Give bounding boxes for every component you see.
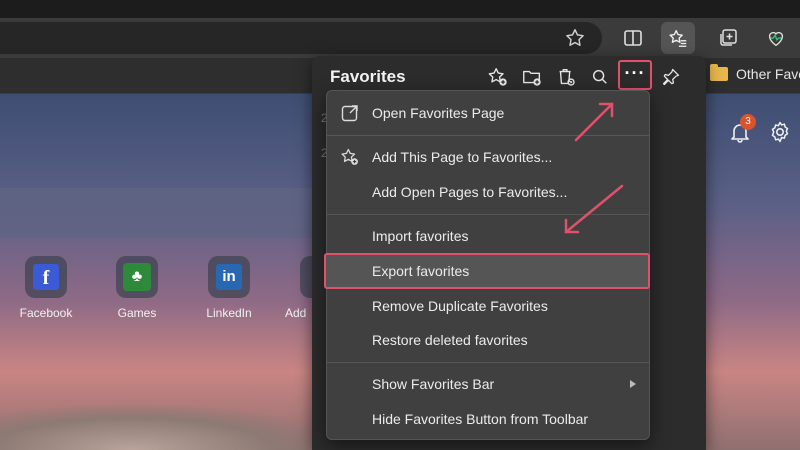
linkedin-icon: in [216,264,242,290]
window-titlebar [0,0,800,18]
quick-link-linkedin[interactable]: in LinkedIn [189,256,269,320]
favorite-star-icon[interactable] [564,27,586,54]
external-link-icon [341,105,358,122]
favorites-toolbar-button[interactable] [661,22,695,54]
pin-panel-button[interactable] [658,64,684,90]
menu-item-export-favorites[interactable]: Export favorites [324,253,650,289]
menu-item-label: Open Favorites Page [372,105,505,121]
add-favorite-button[interactable] [485,64,511,90]
games-tile-icon: ♣ [116,256,158,298]
favorites-panel-title: Favorites [330,67,406,86]
address-bar[interactable] [0,22,602,54]
collections-button[interactable] [711,22,745,54]
menu-item-restore-deleted[interactable]: Restore deleted favorites [326,323,650,357]
more-options-button[interactable]: ··· [618,60,652,90]
menu-item-label: Export favorites [372,263,470,279]
quick-link-label: Games [117,306,157,320]
search-box[interactable] [0,188,330,238]
menu-separator [327,135,649,136]
other-favorites-label: Other Favo [736,66,800,82]
menu-item-label: Remove Duplicate Favorites [372,298,548,314]
facebook-tile-icon: f [25,256,67,298]
menu-item-open-favorites-page[interactable]: Open Favorites Page [326,96,650,130]
add-folder-button[interactable] [519,64,545,90]
browser-essentials-button[interactable] [759,22,793,54]
cards-icon: ♣ [123,263,151,291]
menu-item-label: Restore deleted favorites [372,332,528,348]
split-screen-icon [624,30,642,46]
quick-link-label: LinkedIn [206,306,252,320]
star-plus-icon [341,148,358,165]
quick-link-add[interactable]: Add [258,256,312,320]
menu-item-import-favorites[interactable]: Import favorites [326,219,650,253]
deleted-favorites-button[interactable] [553,64,579,90]
gear-icon[interactable] [768,120,792,144]
search-favorites-button[interactable] [587,64,613,90]
menu-separator [327,214,649,215]
menu-separator [327,362,649,363]
menu-item-label: Show Favorites Bar [372,376,495,392]
other-favorites-folder[interactable]: Other Favo [710,64,800,82]
menu-item-label: Import favorites [372,228,469,244]
background-landscape [0,405,330,450]
menu-item-show-favorites-bar[interactable]: Show Favorites Bar [326,367,650,401]
collections-icon [720,29,737,46]
facebook-icon: f [33,264,59,290]
menu-item-hide-favorites-button[interactable]: Hide Favorites Button from Toolbar [326,402,650,436]
menu-item-label: Add This Page to Favorites... [372,149,553,165]
pin-icon [662,68,680,86]
trash-restore-icon [559,68,575,86]
menu-item-label: Add Open Pages to Favorites... [372,184,568,200]
menu-item-add-this-page[interactable]: Add This Page to Favorites... [326,140,650,174]
search-icon [592,69,607,84]
add-tile-icon [300,256,312,298]
menu-item-add-open-pages[interactable]: Add Open Pages to Favorites... [326,175,650,209]
quick-link-label: Facebook [19,306,73,320]
heart-pulse-icon [768,31,784,47]
folder-icon [710,64,728,81]
menu-item-label: Hide Favorites Button from Toolbar [372,411,589,427]
linkedin-tile-icon: in [208,256,250,298]
folder-plus-icon [523,70,541,86]
menu-item-remove-duplicates[interactable]: Remove Duplicate Favorites [326,289,650,323]
quick-link-games[interactable]: ♣ Games [97,256,177,320]
notification-badge: 3 [740,114,756,130]
quick-link-facebook[interactable]: f Facebook [6,256,86,320]
star-plus-icon [488,68,507,86]
favorites-list-icon [669,29,687,47]
split-screen-button[interactable] [616,22,650,54]
quick-link-label: Add [285,306,307,320]
submenu-arrow-icon [630,380,636,388]
